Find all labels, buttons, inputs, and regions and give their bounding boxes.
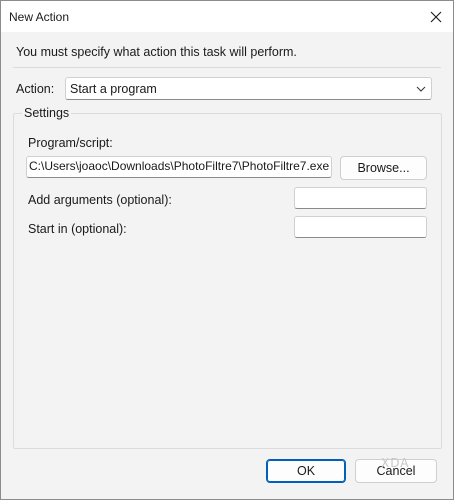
chevron-down-icon [416, 86, 426, 92]
watermark-logo: XDA [381, 456, 410, 470]
browse-button[interactable]: Browse... [340, 156, 427, 180]
start-in-input[interactable] [294, 216, 427, 238]
start-in-label: Start in (optional): [28, 222, 127, 236]
add-arguments-label: Add arguments (optional): [28, 193, 172, 207]
action-dropdown-value: Start a program [70, 82, 157, 96]
program-script-label: Program/script: [28, 136, 113, 150]
dialog-window: New Action You must specify what action … [0, 0, 454, 500]
close-button[interactable] [419, 1, 453, 32]
add-arguments-input[interactable] [294, 187, 427, 209]
instruction-text: You must specify what action this task w… [16, 45, 297, 59]
title-bar[interactable]: New Action [1, 1, 453, 32]
program-script-input[interactable]: C:\Users\joaoc\Downloads\PhotoFiltre7\Ph… [26, 156, 332, 178]
divider [13, 67, 441, 68]
action-label: Action: [16, 82, 55, 96]
close-icon [430, 11, 442, 22]
action-dropdown[interactable]: Start a program [65, 77, 432, 100]
ok-button[interactable]: OK [266, 459, 346, 483]
window-title: New Action [9, 10, 70, 24]
settings-group-label: Settings [22, 106, 72, 120]
